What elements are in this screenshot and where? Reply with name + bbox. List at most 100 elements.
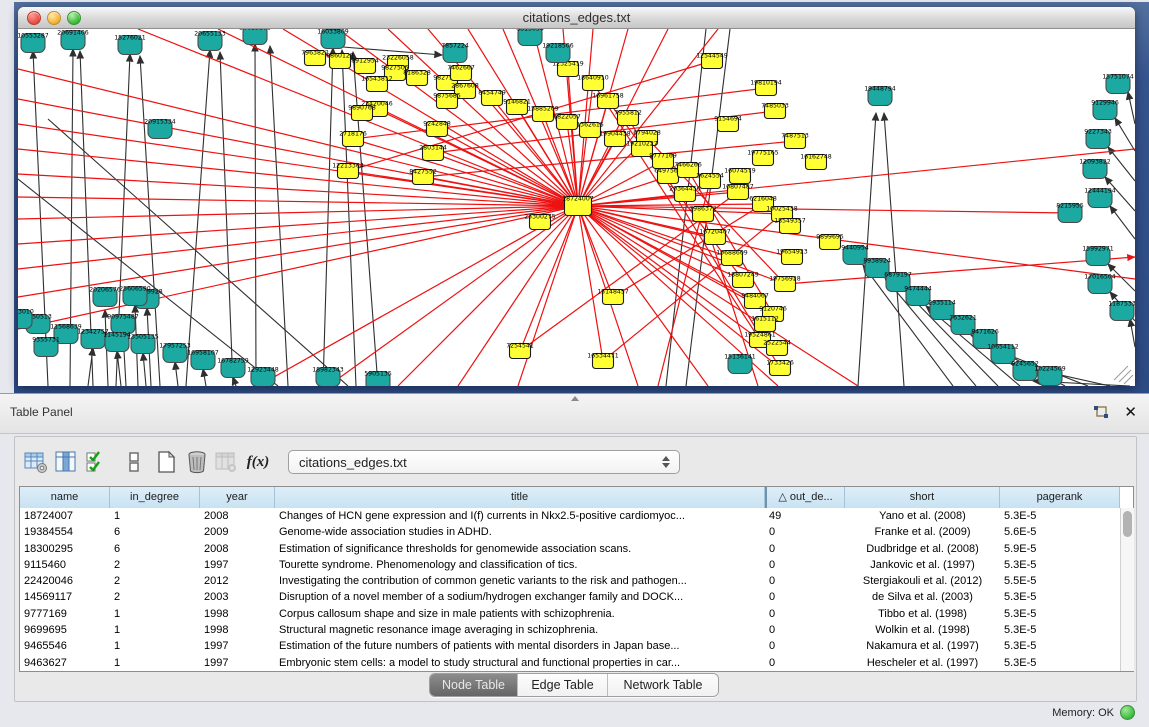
graph-node[interactable]: 1733426 — [766, 360, 794, 376]
tab-network-table[interactable]: Network Table — [608, 674, 718, 696]
graph-node[interactable]: 8186328 — [403, 70, 431, 86]
graph-node[interactable]: 10224509 — [1034, 366, 1066, 386]
graph-node[interactable]: 12093822 — [1079, 159, 1111, 179]
graph-node[interactable]: 9227343 — [1084, 129, 1112, 149]
split-pane-grip-icon[interactable] — [571, 396, 579, 401]
new-table-icon[interactable] — [152, 448, 180, 476]
graph-node[interactable]: 9899695 — [816, 234, 844, 250]
graph-node[interactable]: 16720407 — [699, 229, 731, 245]
graph-node[interactable]: 9355731 — [32, 337, 60, 357]
graph-node[interactable]: 9393010 — [18, 309, 34, 329]
table-selector-dropdown[interactable]: citations_edges.txt — [288, 450, 680, 474]
close-panel-icon[interactable]: ✕ — [1124, 403, 1137, 421]
graph-node[interactable]: 19810194 — [750, 80, 782, 96]
table-scrollbar-thumb[interactable] — [1123, 511, 1132, 537]
graph-node[interactable]: 19448794 — [864, 86, 896, 106]
graph-node[interactable]: 12213364 — [332, 163, 364, 179]
show-column-icon[interactable] — [52, 448, 80, 476]
column-header-name[interactable]: name — [20, 487, 110, 508]
graph-node[interactable]: 19775165 — [747, 150, 779, 166]
graph-node[interactable]: 12444194 — [1084, 188, 1116, 208]
column-header-title[interactable]: title — [275, 487, 765, 508]
graph-node[interactable]: 20206576 — [89, 287, 121, 307]
graph-node[interactable]: 18982343 — [312, 367, 344, 387]
network-window-titlebar[interactable]: citations_edges.txt — [18, 7, 1135, 29]
table-row[interactable]: 1456911722003Disruption of a novel membe… — [20, 589, 1120, 605]
graph-node[interactable]: 15992971 — [1082, 246, 1114, 266]
network-view-canvas[interactable]: 7963822886012889129542322605898275051654… — [18, 29, 1135, 386]
graph-node[interactable]: 9777169 — [649, 153, 677, 169]
column-header-short[interactable]: short — [845, 487, 1000, 508]
graph-node[interactable]: 16162748 — [800, 154, 832, 170]
function-builder-icon[interactable]: f(x) — [244, 448, 272, 476]
graph-node[interactable]: 16543812 — [361, 76, 393, 92]
table-row[interactable]: 977716911998Corpus callosum shape and si… — [20, 606, 1120, 622]
graph-node[interactable]: 1615112 — [751, 316, 779, 332]
graph-node[interactable]: 16074579 — [724, 168, 756, 184]
graph-node[interactable]: 18724007 — [562, 196, 594, 216]
graph-node[interactable]: 20915334 — [144, 119, 176, 139]
graph-node[interactable]: 9875685 — [433, 93, 461, 109]
graph-node[interactable]: 7487513 — [781, 133, 809, 149]
table-row[interactable]: 1938455462009Genome-wide association stu… — [20, 524, 1120, 540]
graph-node[interactable]: 9242848 — [423, 121, 451, 137]
table-row[interactable]: 946554611997Estimation of the future num… — [20, 638, 1120, 654]
graph-node[interactable]: 20615101 — [239, 29, 271, 45]
graph-node[interactable]: 17016504 — [1084, 274, 1116, 294]
graph-node[interactable]: 25606590 — [119, 286, 151, 306]
graph-node[interactable]: 16782759 — [217, 358, 249, 378]
graph-node[interactable]: 7485033 — [761, 103, 789, 119]
graph-node[interactable]: 8860128 — [326, 53, 354, 69]
graph-node[interactable]: 15276021 — [114, 35, 146, 55]
column-header-year[interactable]: year — [200, 487, 275, 508]
column-settings-icon[interactable] — [22, 448, 50, 476]
graph-node[interactable]: 20655133 — [194, 31, 226, 51]
graph-node[interactable]: 9890768 — [348, 105, 376, 121]
column-chooser-icon[interactable] — [120, 448, 148, 476]
graph-node[interactable]: 9154694 — [714, 116, 742, 132]
graph-node[interactable]: 18807249 — [727, 272, 759, 288]
table-scrollbar[interactable] — [1120, 508, 1134, 671]
graph-node[interactable]: 16033809 — [317, 29, 349, 49]
graph-node[interactable]: 8813054 — [516, 29, 544, 46]
graph-node[interactable]: 18549357 — [774, 218, 806, 234]
graph-node[interactable]: 15136141 — [724, 354, 756, 374]
graph-node[interactable]: 90975487 — [107, 314, 139, 334]
graph-node[interactable]: 8215955 — [1056, 203, 1084, 223]
graph-node[interactable]: 12923448 — [247, 367, 279, 387]
graph-node[interactable]: 19218506 — [542, 43, 574, 63]
graph-node[interactable]: 2803144 — [419, 145, 447, 161]
graph-node[interactable]: 15148457 — [597, 289, 629, 305]
graph-node[interactable]: 12544549 — [696, 53, 728, 69]
float-panel-icon[interactable] — [1093, 405, 1109, 421]
graph-node[interactable]: 15751074 — [1102, 74, 1134, 94]
column-header-in_degree[interactable]: in_degree — [110, 487, 200, 508]
column-header-out_de[interactable]: △ out_de... — [765, 487, 845, 508]
graph-node[interactable]: 5905135 — [364, 371, 392, 387]
graph-node[interactable]: 16958107 — [187, 350, 219, 370]
graph-node[interactable]: 7857224 — [441, 43, 469, 63]
graph-node[interactable]: 1187533 — [1108, 301, 1135, 321]
graph-node[interactable]: 2522544 — [763, 340, 791, 356]
table-row[interactable]: 946362711997Embryonic stem cells: a mode… — [20, 655, 1120, 671]
graph-node[interactable]: 7986372 — [689, 206, 717, 222]
table-row[interactable]: 1830029562008Estimation of significance … — [20, 541, 1120, 557]
graph-node[interactable]: 7462667 — [447, 65, 475, 81]
graph-node[interactable]: 8454749 — [478, 90, 506, 106]
graph-node[interactable]: 8427552 — [409, 169, 437, 185]
column-header-pagerank[interactable]: pagerank — [1000, 487, 1120, 508]
graph-node[interactable]: 9129946 — [1091, 100, 1119, 120]
graph-node[interactable]: 16534471 — [587, 353, 619, 369]
graph-node[interactable]: 17957253 — [159, 343, 191, 363]
graph-node[interactable]: 7254541 — [506, 343, 534, 359]
tab-edge-table[interactable]: Edge Table — [518, 674, 608, 696]
graph-node[interactable]: 7955812 — [614, 110, 642, 126]
graph-node[interactable]: 10553287 — [18, 33, 49, 53]
graph-node[interactable]: 13505135 — [127, 334, 159, 354]
table-row[interactable]: 911546021997Tourette syndrome. Phenomeno… — [20, 557, 1120, 573]
table-row[interactable]: 969969511998Structural magnetic resonanc… — [20, 622, 1120, 638]
graph-node[interactable]: 2718176 — [339, 131, 367, 147]
select-columns-icon[interactable] — [82, 448, 110, 476]
graph-node[interactable]: 7963822 — [301, 50, 329, 66]
table-row[interactable]: 2242004622012Investigating the contribut… — [20, 573, 1120, 589]
